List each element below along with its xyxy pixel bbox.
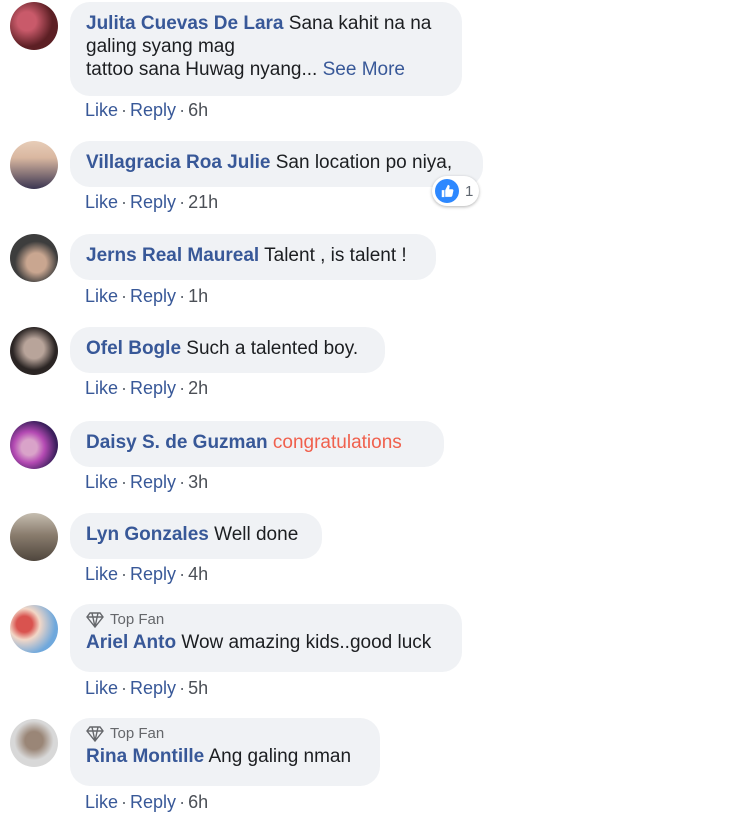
comment-timestamp[interactable]: 21h — [188, 192, 218, 212]
diamond-icon — [86, 612, 104, 628]
comment-author[interactable]: Lyn Gonzales — [86, 524, 209, 545]
like-button[interactable]: Like — [85, 678, 118, 698]
comment-author[interactable]: Daisy S. de Guzman — [86, 432, 268, 453]
avatar[interactable] — [10, 327, 58, 375]
comment-actions: Like · Reply · 4h — [85, 564, 209, 584]
comment-bubble: Lyn Gonzales Well done — [70, 513, 322, 559]
like-button[interactable]: Like — [85, 286, 118, 306]
comment-bubble: Jerns Real Maureal Talent , is talent ! — [70, 234, 436, 280]
comment-bubble: Ofel Bogle Such a talented boy. — [70, 327, 385, 373]
comment-text: galing syang mag — [86, 36, 235, 57]
like-button[interactable]: Like — [85, 472, 118, 492]
comment-timestamp[interactable]: 2h — [188, 378, 208, 398]
avatar[interactable] — [10, 2, 58, 50]
avatar[interactable] — [10, 421, 58, 469]
comment-text: Talent , is talent ! — [264, 245, 407, 266]
reply-button[interactable]: Reply — [130, 678, 176, 698]
like-button[interactable]: Like — [85, 792, 118, 812]
diamond-icon — [86, 726, 104, 742]
comment-timestamp[interactable]: 5h — [188, 678, 208, 698]
like-button[interactable]: Like — [85, 378, 118, 398]
top-fan-label: Top Fan — [110, 725, 165, 742]
comment-bubble: Daisy S. de Guzman congratulations — [70, 421, 444, 467]
avatar[interactable] — [10, 605, 58, 653]
like-button[interactable]: Like — [85, 564, 118, 584]
top-fan-label: Top Fan — [110, 611, 165, 628]
comment-text: Well done — [214, 524, 299, 545]
comment-actions: Like · Reply · 5h — [85, 678, 209, 698]
comment-bubble: Julita Cuevas De Lara Sana kahit na na g… — [70, 2, 462, 96]
comment-bubble: Top Fan Rina Montille Ang galing nman — [70, 718, 380, 786]
comment-author[interactable]: Ofel Bogle — [86, 338, 181, 359]
reply-button[interactable]: Reply — [130, 100, 176, 120]
top-fan-badge: Top Fan — [86, 611, 446, 629]
comment-author[interactable]: Villagracia Roa Julie — [86, 152, 270, 173]
comment-text: Wow amazing kids..good luck — [181, 632, 432, 653]
reply-button[interactable]: Reply — [130, 472, 176, 492]
comment-timestamp[interactable]: 1h — [188, 286, 208, 306]
top-fan-badge: Top Fan — [86, 725, 364, 743]
comment-timestamp[interactable]: 6h — [188, 100, 208, 120]
comment-bubble: Villagracia Roa Julie San location po ni… — [70, 141, 483, 187]
avatar[interactable] — [10, 141, 58, 189]
comment-actions: Like · Reply · 2h — [85, 378, 209, 398]
comment-text: San location po niya, — [275, 152, 453, 173]
comment-timestamp[interactable]: 3h — [188, 472, 208, 492]
comment-actions: Like · Reply · 3h — [85, 472, 209, 492]
comment-text: Sana kahit na na — [288, 13, 432, 34]
reaction-count: 1 — [465, 182, 474, 200]
comment-text: Such a talented boy. — [186, 338, 359, 359]
comment-text: Ang galing nman — [208, 746, 352, 767]
comment-author[interactable]: Jerns Real Maureal — [86, 245, 259, 266]
reply-button[interactable]: Reply — [130, 192, 176, 212]
comment-bubble: Top Fan Ariel Anto Wow amazing kids..goo… — [70, 604, 462, 672]
like-button[interactable]: Like — [85, 100, 118, 120]
avatar[interactable] — [10, 513, 58, 561]
comment-author[interactable]: Ariel Anto — [86, 632, 176, 653]
reply-button[interactable]: Reply — [130, 792, 176, 812]
comment-text: congratulations — [272, 432, 402, 453]
comment-author[interactable]: Julita Cuevas De Lara — [86, 13, 283, 34]
comment-actions: Like · Reply · 6h — [85, 100, 209, 120]
avatar[interactable] — [10, 234, 58, 282]
like-button[interactable]: Like — [85, 192, 118, 212]
comment-timestamp[interactable]: 6h — [188, 792, 208, 812]
reply-button[interactable]: Reply — [130, 564, 176, 584]
comment-actions: Like · Reply · 21h — [85, 192, 219, 212]
reaction-summary[interactable]: 1 — [432, 176, 480, 206]
comment-actions: Like · Reply · 6h — [85, 792, 209, 812]
see-more-link[interactable]: See More — [323, 59, 405, 80]
comment-timestamp[interactable]: 4h — [188, 564, 208, 584]
comment-text: tattoo sana Huwag nyang... — [86, 59, 318, 80]
like-reaction-icon — [435, 179, 459, 203]
reply-button[interactable]: Reply — [130, 378, 176, 398]
reply-button[interactable]: Reply — [130, 286, 176, 306]
comment-actions: Like · Reply · 1h — [85, 286, 209, 306]
comment-author[interactable]: Rina Montille — [86, 746, 204, 767]
avatar[interactable] — [10, 719, 58, 767]
